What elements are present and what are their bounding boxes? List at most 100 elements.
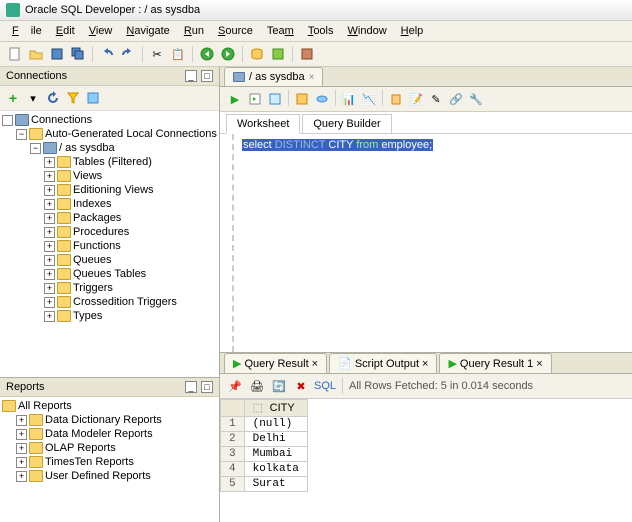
run-script-icon[interactable]	[246, 90, 264, 108]
twisty-icon[interactable]: +	[44, 311, 55, 322]
tree-node[interactable]: Packages	[73, 212, 121, 224]
twisty-icon[interactable]: +	[44, 241, 55, 252]
twisty-icon[interactable]: +	[44, 157, 55, 168]
close-icon[interactable]: ×	[312, 358, 318, 370]
tree-node[interactable]: Functions	[73, 240, 121, 252]
cancel-icon[interactable]: ✖	[292, 377, 310, 395]
tab-query-result-1[interactable]: ▶Query Result 1×	[439, 353, 551, 373]
menu-edit[interactable]: Edit	[50, 23, 81, 39]
add-connection-icon[interactable]: +	[4, 89, 22, 107]
ext-icon[interactable]	[298, 45, 316, 63]
sql-icon[interactable]	[269, 45, 287, 63]
tree-node[interactable]: TimesTen Reports	[45, 456, 134, 468]
restore-icon[interactable]: □	[201, 381, 213, 393]
tab-worksheet[interactable]: Worksheet	[226, 114, 300, 134]
tool2-icon[interactable]: 📉	[360, 90, 378, 108]
dropdown-icon[interactable]: ▾	[24, 89, 42, 107]
notepad-icon[interactable]: 📝	[407, 90, 425, 108]
twisty-icon[interactable]: +	[16, 471, 27, 482]
tree-node[interactable]: Queues Tables	[73, 268, 146, 280]
tab-query-builder[interactable]: Query Builder	[302, 114, 391, 133]
forward-icon[interactable]	[219, 45, 237, 63]
twisty-icon[interactable]: +	[44, 255, 55, 266]
explain-icon[interactable]	[266, 90, 284, 108]
twisty-icon[interactable]	[2, 115, 13, 126]
reports-tree[interactable]: All Reports +Data Dictionary Reports+Dat…	[0, 397, 219, 522]
table-row[interactable]: 1(null)	[221, 417, 308, 432]
menu-team[interactable]: Team	[261, 23, 300, 39]
menu-run[interactable]: Run	[178, 23, 210, 39]
back-icon[interactable]	[198, 45, 216, 63]
twisty-icon[interactable]: +	[44, 171, 55, 182]
tree-node[interactable]: Procedures	[73, 226, 129, 238]
tree-node[interactable]: Views	[73, 170, 102, 182]
twisty-icon[interactable]: +	[44, 185, 55, 196]
wrench-icon[interactable]: 🔧	[467, 90, 485, 108]
menu-view[interactable]: View	[83, 23, 119, 39]
redo-icon[interactable]	[119, 45, 137, 63]
close-icon[interactable]: ×	[536, 358, 542, 370]
save-icon[interactable]	[48, 45, 66, 63]
minimize-icon[interactable]: _	[185, 381, 197, 393]
tree-node[interactable]: Types	[73, 310, 102, 322]
menu-help[interactable]: Help	[395, 23, 430, 39]
undo-icon[interactable]	[98, 45, 116, 63]
tree-node[interactable]: Queues	[73, 254, 112, 266]
cut-icon[interactable]: ✂	[148, 45, 166, 63]
tree-node[interactable]: OLAP Reports	[45, 442, 116, 454]
menu-source[interactable]: Source	[212, 23, 259, 39]
close-icon[interactable]: ×	[422, 358, 428, 370]
filter-icon[interactable]	[64, 89, 82, 107]
refresh-result-icon[interactable]: 🔄	[270, 377, 288, 395]
tool1-icon[interactable]: 📊	[340, 90, 358, 108]
saveall-icon[interactable]	[69, 45, 87, 63]
new-icon[interactable]	[6, 45, 24, 63]
menu-file[interactable]: File	[6, 23, 48, 39]
twisty-icon[interactable]: +	[44, 199, 55, 210]
tree-node[interactable]: Data Dictionary Reports	[45, 414, 162, 426]
twisty-icon[interactable]: +	[16, 443, 27, 454]
twisty-icon[interactable]: −	[16, 129, 27, 140]
run-icon[interactable]: ▶	[226, 90, 244, 108]
commit-icon[interactable]	[313, 90, 331, 108]
db-icon[interactable]	[248, 45, 266, 63]
copy-icon[interactable]: 📋	[169, 45, 187, 63]
close-icon[interactable]: ×	[309, 72, 315, 83]
tab-sysdba[interactable]: / as sysdba ×	[224, 67, 323, 86]
table-row[interactable]: 3Mumbai	[221, 447, 308, 462]
tree-node[interactable]: Indexes	[73, 198, 112, 210]
result-grid[interactable]: ⬚ CITY 1(null)2Delhi3Mumbai4kolkata5Sura…	[220, 399, 632, 522]
menu-window[interactable]: Window	[342, 23, 393, 39]
table-row[interactable]: 4kolkata	[221, 462, 308, 477]
twisty-icon[interactable]: +	[16, 429, 27, 440]
table-row[interactable]: 2Delhi	[221, 432, 308, 447]
open-icon[interactable]	[27, 45, 45, 63]
autotrace-icon[interactable]	[293, 90, 311, 108]
twisty-icon[interactable]: +	[44, 283, 55, 294]
tree-node[interactable]: Editioning Views	[73, 184, 154, 196]
sql-link[interactable]: SQL	[314, 380, 336, 392]
wand-icon[interactable]: ✎	[427, 90, 445, 108]
twisty-icon[interactable]: +	[44, 213, 55, 224]
menu-navigate[interactable]: Navigate	[120, 23, 175, 39]
clear-icon[interactable]	[387, 90, 405, 108]
minimize-icon[interactable]: _	[185, 70, 197, 82]
sql-editor[interactable]: select DISTINCT CITY from employee;	[232, 134, 632, 352]
tree-node[interactable]: Tables (Filtered)	[73, 156, 152, 168]
twisty-icon[interactable]: +	[44, 269, 55, 280]
twisty-icon[interactable]: −	[30, 143, 41, 154]
tree-node[interactable]: Crossedition Triggers	[73, 296, 177, 308]
tab-query-result[interactable]: ▶Query Result×	[224, 353, 327, 373]
tree-node[interactable]: Triggers	[73, 282, 113, 294]
link-icon[interactable]: 🔗	[447, 90, 465, 108]
refresh-icon[interactable]	[44, 89, 62, 107]
twisty-icon[interactable]: +	[16, 415, 27, 426]
table-row[interactable]: 5Surat	[221, 477, 308, 492]
tab-script-output[interactable]: 📄Script Output×	[329, 353, 437, 373]
tree-node[interactable]: User Defined Reports	[45, 470, 151, 482]
menu-tools[interactable]: Tools	[302, 23, 340, 39]
apply-filter-icon[interactable]	[84, 89, 102, 107]
twisty-icon[interactable]: +	[44, 297, 55, 308]
twisty-icon[interactable]: +	[44, 227, 55, 238]
restore-icon[interactable]: □	[201, 70, 213, 82]
